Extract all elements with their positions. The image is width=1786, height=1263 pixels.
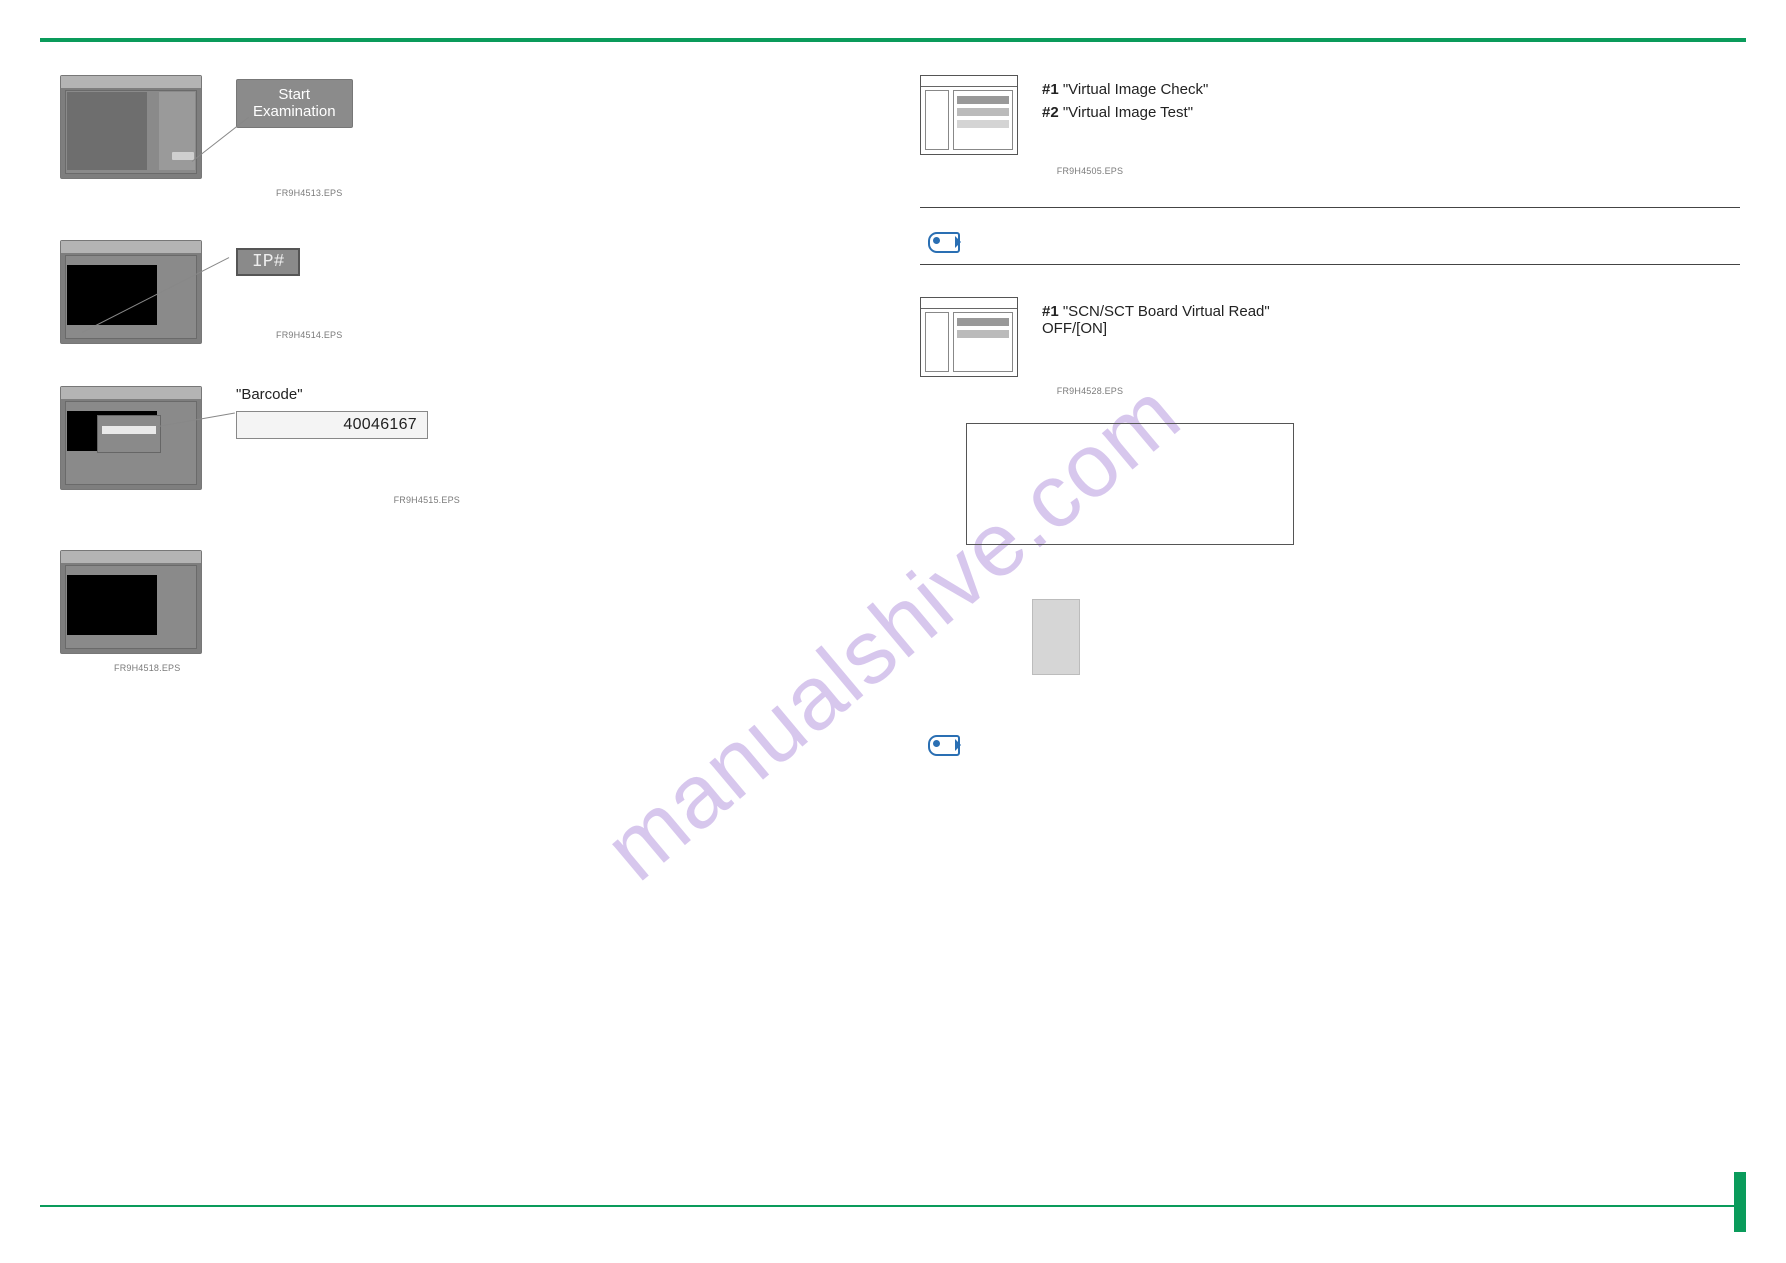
titlebar (61, 387, 201, 399)
divider (920, 264, 1740, 265)
annotation-text: "Virtual Image Test" (1063, 104, 1193, 121)
callout-start-examination: Start Examination (236, 79, 353, 128)
blank-ip-figure (1032, 599, 1740, 675)
titlebar (61, 76, 201, 88)
eps-label: FR9H4514.EPS (276, 330, 342, 340)
pointer-icon (928, 735, 960, 756)
annotation-1: #1 "SCN/SCT Board Virtual Read" OFF/[ON] (1042, 297, 1282, 337)
screenshot-barcode-dialog (60, 386, 202, 490)
divider (920, 207, 1740, 208)
callout-ip-number: IP# (236, 248, 300, 276)
eps-label: FR9H4528.EPS (1057, 386, 1123, 396)
annotation-tag: #1 (1042, 81, 1059, 98)
figure-virtual-image: #1 "Virtual Image Check" #2 "Virtual Ima… (920, 75, 1740, 155)
annotation-tag: #2 (1042, 104, 1059, 121)
left-column: Start Examination FR9H4513.EPS IP# FR9H4… (60, 75, 880, 718)
step-1: Start Examination FR9H4513.EPS (60, 75, 880, 198)
screenshot-viewer (60, 240, 202, 344)
note-block-1 (928, 232, 1740, 258)
list-item[interactable] (957, 108, 1009, 116)
right-column: #1 "Virtual Image Check" #2 "Virtual Ima… (920, 75, 1740, 761)
screenshot-result (60, 550, 202, 654)
pointer-icon (928, 232, 960, 253)
list-item[interactable] (957, 120, 1009, 128)
note-block-2 (928, 735, 1740, 761)
start-button[interactable] (172, 152, 194, 160)
page: manualshive.com Start Examination FR9H45… (0, 0, 1786, 1263)
step-2: IP# FR9H4514.EPS (60, 240, 880, 344)
eps-label: FR9H4505.EPS (1057, 166, 1123, 176)
barcode-input[interactable] (102, 426, 156, 434)
rule-top (40, 38, 1746, 42)
rule-bottom (40, 1205, 1746, 1207)
list-item[interactable] (957, 318, 1009, 326)
annotation-text: "Virtual Image Check" (1063, 81, 1208, 98)
step-4: FR9H4518.EPS (60, 550, 880, 676)
panel (67, 92, 147, 170)
eps-label: FR9H4515.EPS (394, 495, 460, 505)
eps-label: FR9H4518.EPS (114, 663, 180, 673)
annotation-text: "SCN/SCT Board Virtual Read" OFF/[ON] (1042, 303, 1270, 337)
settings-window (920, 297, 1018, 377)
barcode-value[interactable]: 40046167 (236, 411, 428, 439)
titlebar (921, 298, 1017, 309)
section-tab (1734, 1172, 1746, 1232)
dialog (97, 415, 161, 453)
annotation-1: #1 "Virtual Image Check" (1042, 81, 1208, 98)
titlebar (61, 241, 201, 253)
side-panel (925, 90, 949, 150)
ip-cassette-illustration (1032, 599, 1080, 675)
screenshot-examination (60, 75, 202, 179)
side-panel (925, 312, 949, 372)
eps-label: FR9H4513.EPS (276, 188, 342, 198)
annotation-tag: #1 (1042, 303, 1059, 320)
annotation-2: #2 "Virtual Image Test" (1042, 104, 1208, 121)
titlebar (921, 76, 1017, 87)
settings-window (920, 75, 1018, 155)
list-item[interactable] (957, 330, 1009, 338)
figure-scn-virtual-read: #1 "SCN/SCT Board Virtual Read" OFF/[ON] (920, 297, 1740, 377)
note-box (966, 423, 1294, 545)
barcode-caption: "Barcode" (236, 386, 428, 403)
step-3: "Barcode" 40046167 FR9H4515.EPS (60, 386, 880, 508)
list-item[interactable] (957, 96, 1009, 104)
image-area (67, 575, 157, 635)
titlebar (61, 551, 201, 563)
